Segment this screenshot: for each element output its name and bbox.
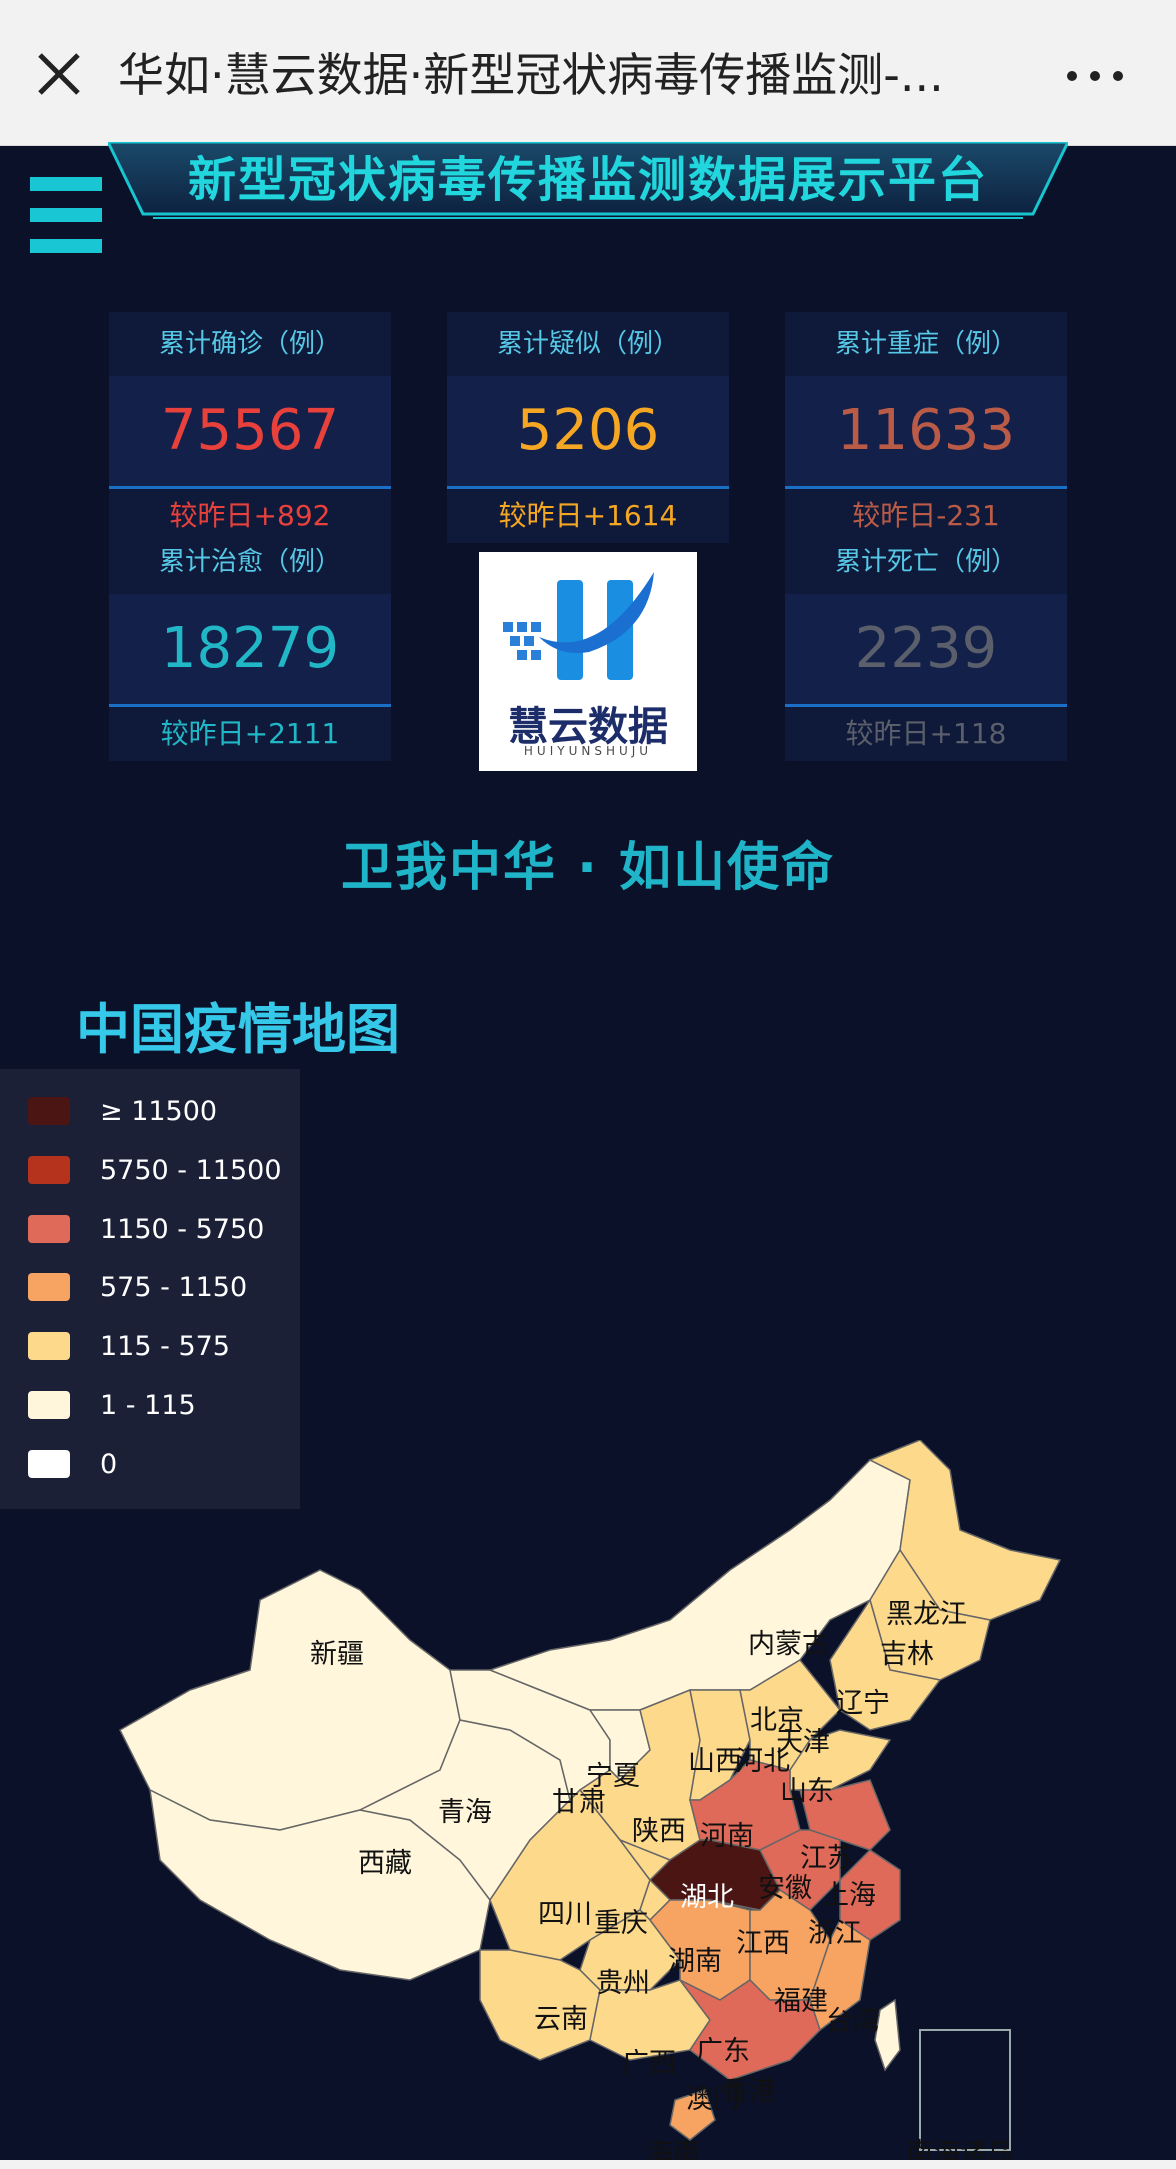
label-yunnan: 云南 (534, 2004, 588, 2035)
stat-value: 5206 (447, 376, 729, 489)
stat-card-deaths: 累计死亡（例） 2239 较昨日+118 (785, 530, 1067, 761)
label-xinjiang: 新疆 (310, 1639, 364, 1670)
stat-value: 75567 (109, 376, 391, 489)
logo-name-en: HUIYUNSHUJU (523, 744, 653, 758)
page-title: 华如·慧云数据·新型冠状病毒传播监测-... (118, 48, 944, 102)
stat-label: 累计确诊（例） (109, 312, 391, 376)
legend-label: 5750 - 11500 (100, 1155, 282, 1186)
stat-label: 累计疑似（例） (447, 312, 729, 376)
stat-label: 累计治愈（例） (109, 530, 391, 594)
label-neimenggu: 内蒙古 (748, 1629, 829, 1660)
more-dots-icon[interactable] (1062, 56, 1128, 96)
label-guangxi: 广西 (622, 2048, 676, 2079)
legend-swatch (28, 1156, 70, 1184)
map-title: 中国疫情地图 (76, 998, 400, 1061)
stat-value: 18279 (109, 594, 391, 707)
label-anhui: 安徽 (758, 1873, 812, 1904)
slogan: 卫我中华 · 如山使命 (341, 838, 835, 898)
label-ningxia: 宁夏 (586, 1761, 640, 1792)
browser-toolbar: 华如·慧云数据·新型冠状病毒传播监测-... (0, 0, 1176, 146)
nanhai-inset[interactable] (919, 2029, 1011, 2151)
stat-card-severe: 累计重症（例） 11633 较昨日-231 (785, 312, 1067, 543)
legend-swatch (28, 1273, 70, 1301)
label-jiangsu: 江苏 (800, 1843, 854, 1874)
company-logo: 慧云数据 HUIYUNSHUJU (479, 552, 697, 771)
logo-mark-icon (503, 572, 654, 680)
label-liaoning: 辽宁 (836, 1688, 890, 1719)
label-aomen: 澳门 (686, 2084, 740, 2115)
label-hubei: 湖北 (680, 1882, 734, 1913)
legend-swatch (28, 1450, 70, 1478)
label-xizang: 西藏 (358, 1848, 412, 1879)
legend-swatch (28, 1215, 70, 1243)
label-shandong: 山东 (780, 1776, 834, 1807)
banner-title: 新型冠状病毒传播监测数据展示平台 (187, 152, 988, 208)
stat-value: 2239 (785, 594, 1067, 707)
stat-delta: 较昨日+118 (785, 707, 1067, 761)
label-hebei: 河北 (736, 1746, 790, 1777)
stat-card-cured: 累计治愈（例） 18279 较昨日+2111 (109, 530, 391, 761)
legend-label: 1150 - 5750 (100, 1214, 265, 1245)
stat-value: 11633 (785, 376, 1067, 489)
stat-card-confirmed: 累计确诊（例） 75567 较昨日+892 (109, 312, 391, 543)
label-hunan: 湖南 (668, 1946, 722, 1977)
label-heilongjiang: 黑龙江 (886, 1599, 967, 1630)
label-fujian: 福建 (774, 1986, 828, 2017)
label-shanxi: 山西 (688, 1746, 742, 1777)
label-guangdong: 广东 (696, 2036, 750, 2067)
label-jiangxi: 江西 (736, 1928, 790, 1959)
label-chongqing: 重庆 (594, 1908, 648, 1939)
label-qinghai: 青海 (438, 1797, 492, 1828)
legend-swatch (28, 1097, 70, 1125)
hamburger-icon[interactable] (30, 175, 106, 255)
bottom-bar (0, 2160, 1176, 2169)
legend-label: ≥ 11500 (100, 1096, 218, 1127)
label-sichuan: 四川 (538, 1899, 592, 1930)
label-shanghai: 上海 (822, 1880, 876, 1911)
label-jilin: 吉林 (880, 1639, 934, 1670)
china-map[interactable]: 新疆 西藏 青海 甘肃 宁夏 内蒙古 黑龙江 吉林 辽宁 北京 天津 河北 山西… (110, 1440, 1070, 2169)
stat-label: 累计重症（例） (785, 312, 1067, 376)
label-guizhou: 贵州 (596, 1968, 650, 1999)
legend-swatch (28, 1332, 70, 1360)
stat-delta: 较昨日+2111 (109, 707, 391, 761)
legend-swatch (28, 1391, 70, 1419)
legend-label: 115 - 575 (100, 1331, 230, 1362)
stat-card-suspected: 累计疑似（例） 5206 较昨日+1614 (447, 312, 729, 543)
stat-delta: 较昨日+1614 (447, 489, 729, 543)
close-icon[interactable] (30, 45, 88, 103)
label-shaanxi: 陕西 (632, 1816, 686, 1847)
label-taiwan: 台湾 (826, 2006, 880, 2037)
stat-label: 累计死亡（例） (785, 530, 1067, 594)
label-zhejiang: 浙江 (808, 1918, 862, 1949)
legend-label: 1 - 115 (100, 1390, 196, 1421)
legend-label: 575 - 1150 (100, 1272, 248, 1303)
label-henan: 河南 (700, 1821, 754, 1852)
